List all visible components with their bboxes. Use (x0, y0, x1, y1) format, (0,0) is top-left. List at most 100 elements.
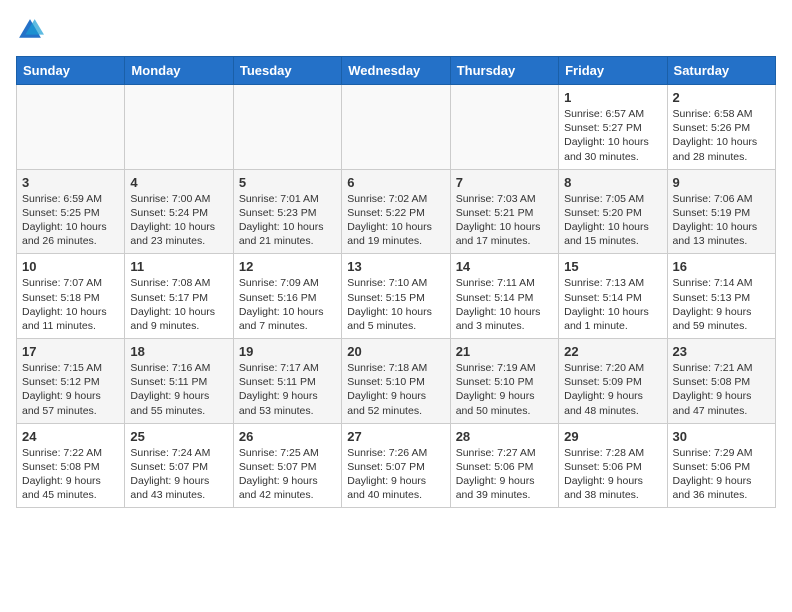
calendar-cell (450, 85, 558, 170)
day-info-line: Sunset: 5:10 PM (456, 375, 553, 389)
day-number: 29 (564, 429, 661, 444)
day-info-line: Sunset: 5:07 PM (130, 460, 227, 474)
day-info-line: Sunset: 5:24 PM (130, 206, 227, 220)
day-info-line: Sunrise: 7:14 AM (673, 276, 770, 290)
day-number: 27 (347, 429, 444, 444)
calendar-cell (233, 85, 341, 170)
day-info-line: Daylight: 9 hours and 43 minutes. (130, 474, 227, 502)
day-info-line: Sunrise: 7:10 AM (347, 276, 444, 290)
day-number: 3 (22, 175, 119, 190)
day-info-line: Daylight: 9 hours and 55 minutes. (130, 389, 227, 417)
day-number: 4 (130, 175, 227, 190)
calendar-cell: 27Sunrise: 7:26 AMSunset: 5:07 PMDayligh… (342, 423, 450, 508)
day-info-line: Daylight: 10 hours and 28 minutes. (673, 135, 770, 163)
calendar-cell: 21Sunrise: 7:19 AMSunset: 5:10 PMDayligh… (450, 339, 558, 424)
calendar-cell (17, 85, 125, 170)
day-info-line: Daylight: 10 hours and 13 minutes. (673, 220, 770, 248)
day-info-line: Sunrise: 6:57 AM (564, 107, 661, 121)
day-info-line: Sunset: 5:15 PM (347, 291, 444, 305)
day-info-line: Daylight: 9 hours and 48 minutes. (564, 389, 661, 417)
day-info-line: Sunset: 5:08 PM (22, 460, 119, 474)
day-info-line: Sunrise: 7:13 AM (564, 276, 661, 290)
day-number: 7 (456, 175, 553, 190)
day-number: 11 (130, 259, 227, 274)
day-info-line: Sunrise: 7:08 AM (130, 276, 227, 290)
day-number: 13 (347, 259, 444, 274)
day-number: 22 (564, 344, 661, 359)
day-info-line: Daylight: 10 hours and 15 minutes. (564, 220, 661, 248)
calendar-cell: 13 Sunrise: 7:10 AMSunset: 5:15 PMDayligh… (342, 254, 450, 339)
calendar-cell: 10Sunrise: 7:07 AMSunset: 5:18 PMDayligh… (17, 254, 125, 339)
day-info-line: Daylight: 9 hours and 45 minutes. (22, 474, 119, 502)
day-info-line: Daylight: 9 hours and 50 minutes. (456, 389, 553, 417)
day-info-line: Sunrise: 7:28 AM (564, 446, 661, 460)
calendar-cell: 24Sunrise: 7:22 AMSunset: 5:08 PMDayligh… (17, 423, 125, 508)
day-info-line: Sunrise: 7:09 AM (239, 276, 336, 290)
calendar-cell: 2Sunrise: 6:58 AMSunset: 5:26 PMDaylight… (667, 85, 775, 170)
calendar-cell: 8Sunrise: 7:05 AMSunset: 5:20 PMDaylight… (559, 169, 667, 254)
day-number: 14 (456, 259, 553, 274)
day-info-line: Sunrise: 7:27 AM (456, 446, 553, 460)
day-info-line: Sunrise: 7:17 AM (239, 361, 336, 375)
day-info-line: Sunset: 5:23 PM (239, 206, 336, 220)
day-info-line: Daylight: 10 hours and 30 minutes. (564, 135, 661, 163)
calendar-cell (342, 85, 450, 170)
day-info-line: Daylight: 9 hours and 39 minutes. (456, 474, 553, 502)
day-info-line: Sunset: 5:08 PM (673, 375, 770, 389)
calendar-cell: 5Sunrise: 7:01 AMSunset: 5:23 PMDaylight… (233, 169, 341, 254)
calendar-cell: 23Sunrise: 7:21 AMSunset: 5:08 PMDayligh… (667, 339, 775, 424)
day-info-line: Daylight: 10 hours and 26 minutes. (22, 220, 119, 248)
day-number: 20 (347, 344, 444, 359)
calendar-cell: 12Sunrise: 7:09 AMSunset: 5:16 PMDayligh… (233, 254, 341, 339)
day-number: 25 (130, 429, 227, 444)
day-info-line: Sunrise: 7:15 AM (22, 361, 119, 375)
calendar-cell: 6Sunrise: 7:02 AMSunset: 5:22 PMDaylight… (342, 169, 450, 254)
calendar-cell: 22Sunrise: 7:20 AMSunset: 5:09 PMDayligh… (559, 339, 667, 424)
day-info-line: Daylight: 9 hours and 40 minutes. (347, 474, 444, 502)
day-info-line: Daylight: 10 hours and 9 minutes. (130, 305, 227, 333)
day-info-line: Sunset: 5:07 PM (347, 460, 444, 474)
day-number: 16 (673, 259, 770, 274)
calendar-cell: 11Sunrise: 7:08 AMSunset: 5:17 PMDayligh… (125, 254, 233, 339)
day-info-line: Sunset: 5:21 PM (456, 206, 553, 220)
day-info-line: Daylight: 10 hours and 3 minutes. (456, 305, 553, 333)
day-info-line: Sunrise: 6:59 AM (22, 192, 119, 206)
col-header-wednesday: Wednesday (342, 57, 450, 85)
day-number: 6 (347, 175, 444, 190)
day-info-line: Daylight: 9 hours and 59 minutes. (673, 305, 770, 333)
day-number: 17 (22, 344, 119, 359)
day-info-line: Sunrise: 7:29 AM (673, 446, 770, 460)
day-info-line: Sunset: 5:06 PM (456, 460, 553, 474)
day-info-line: Daylight: 9 hours and 38 minutes. (564, 474, 661, 502)
day-info-line: Sunrise: 7:16 AM (130, 361, 227, 375)
day-number: 19 (239, 344, 336, 359)
calendar-cell: 14Sunrise: 7:11 AMSunset: 5:14 PMDayligh… (450, 254, 558, 339)
day-info-line: Daylight: 10 hours and 17 minutes. (456, 220, 553, 248)
day-info-line: Sunset: 5:14 PM (564, 291, 661, 305)
day-info-line: Daylight: 9 hours and 53 minutes. (239, 389, 336, 417)
day-info-line: Daylight: 9 hours and 42 minutes. (239, 474, 336, 502)
day-info-line: Sunset: 5:11 PM (239, 375, 336, 389)
day-info-line: Sunset: 5:09 PM (564, 375, 661, 389)
day-info-line: Sunset: 5:06 PM (673, 460, 770, 474)
calendar-cell: 7 Sunrise: 7:03 AMSunset: 5:21 PMDaylight… (450, 169, 558, 254)
calendar-cell: 18Sunrise: 7:16 AMSunset: 5:11 PMDayligh… (125, 339, 233, 424)
col-header-thursday: Thursday (450, 57, 558, 85)
day-info-line: Daylight: 10 hours and 5 minutes. (347, 305, 444, 333)
day-info-line: Sunrise: 7:00 AM (130, 192, 227, 206)
day-info-line: Sunset: 5:06 PM (564, 460, 661, 474)
day-info-line: Sunrise: 7:22 AM (22, 446, 119, 460)
col-header-sunday: Sunday (17, 57, 125, 85)
day-number: 26 (239, 429, 336, 444)
day-info-line: Sunset: 5:12 PM (22, 375, 119, 389)
day-info-line: Sunrise: 7:07 AM (22, 276, 119, 290)
day-number: 21 (456, 344, 553, 359)
calendar-cell: 20Sunrise: 7:18 AMSunset: 5:10 PMDayligh… (342, 339, 450, 424)
day-info-line: Sunrise: 7:06 AM (673, 192, 770, 206)
col-header-tuesday: Tuesday (233, 57, 341, 85)
day-number: 2 (673, 90, 770, 105)
day-info-line: Sunrise: 7:03 AM (456, 192, 553, 206)
day-info-line: Sunset: 5:14 PM (456, 291, 553, 305)
day-info-line: Sunset: 5:26 PM (673, 121, 770, 135)
day-info-line: Daylight: 10 hours and 11 minutes. (22, 305, 119, 333)
